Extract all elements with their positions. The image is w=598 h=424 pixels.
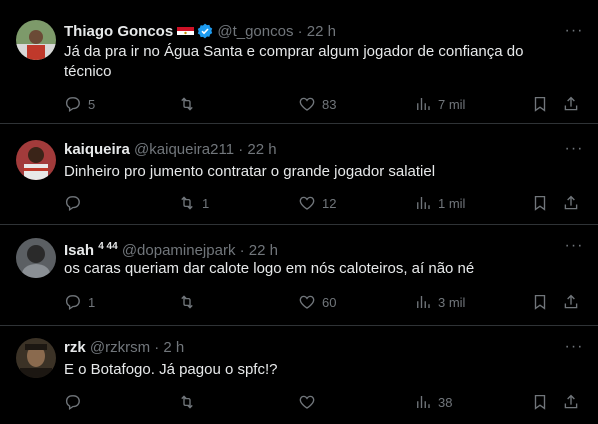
timestamp[interactable]: 22 h bbox=[247, 141, 276, 158]
author-name[interactable]: Isah bbox=[64, 242, 94, 259]
tweet-text: Dinheiro pro jumento contratar o grande … bbox=[64, 163, 436, 180]
views-button[interactable]: 38 bbox=[414, 392, 452, 412]
author-handle[interactable]: @rzkrsm bbox=[90, 339, 150, 356]
views-count: 38 bbox=[438, 394, 453, 410]
retweet-button[interactable] bbox=[178, 292, 202, 312]
like-count: 12 bbox=[322, 195, 337, 211]
bookmark-icon bbox=[534, 394, 546, 410]
heart-icon bbox=[299, 395, 315, 409]
author-name[interactable]: Thiago Goncos bbox=[64, 23, 173, 40]
like-button[interactable] bbox=[298, 392, 322, 412]
timestamp[interactable]: 22 h bbox=[307, 23, 336, 40]
bookmark-button[interactable] bbox=[531, 392, 549, 412]
author-name[interactable]: kaiqueira bbox=[64, 141, 130, 158]
author-handle[interactable]: @dopaminejpark bbox=[122, 242, 236, 259]
share-icon bbox=[564, 195, 578, 210]
reply-button[interactable]: 1 bbox=[64, 292, 95, 312]
tweet-text: Já da pra ir no Água Santa e comprar alg… bbox=[64, 43, 524, 80]
separator: · bbox=[239, 242, 245, 259]
bookmark-icon bbox=[534, 96, 546, 112]
separator: · bbox=[297, 23, 303, 40]
reply-icon bbox=[65, 295, 80, 310]
verified-badge-icon bbox=[197, 23, 213, 39]
share-icon bbox=[564, 96, 578, 111]
retweet-icon bbox=[181, 295, 193, 309]
tweet-actions: 5 83 7 mil bbox=[58, 94, 586, 114]
tweet[interactable]: Thiago Goncos @t_goncos · 22 h ··· Já da… bbox=[0, 0, 598, 124]
reply-icon bbox=[65, 395, 80, 410]
like-button[interactable]: 83 bbox=[298, 94, 336, 114]
avatar[interactable] bbox=[16, 338, 56, 378]
retweet-button[interactable] bbox=[178, 392, 202, 412]
views-icon bbox=[417, 395, 430, 409]
like-button[interactable]: 12 bbox=[298, 193, 336, 213]
more-options-icon[interactable]: ··· bbox=[564, 238, 584, 259]
tweet[interactable]: rzk @rzkrsm · 2 h ··· E o Botafogo. Já p… bbox=[0, 326, 598, 424]
author-name[interactable]: rzk bbox=[64, 339, 86, 356]
views-button[interactable]: 3 mil bbox=[414, 292, 465, 312]
heart-icon bbox=[299, 295, 315, 309]
bookmark-icon bbox=[534, 294, 546, 310]
reply-button[interactable] bbox=[64, 193, 88, 213]
tweet-actions: 38 bbox=[58, 392, 586, 412]
timestamp[interactable]: 2 h bbox=[163, 339, 184, 356]
views-count: 7 mil bbox=[438, 96, 466, 112]
share-button[interactable] bbox=[562, 392, 580, 412]
share-button[interactable] bbox=[562, 193, 580, 213]
views-icon bbox=[417, 97, 430, 111]
share-icon bbox=[564, 394, 578, 409]
author-handle[interactable]: @t_goncos bbox=[217, 23, 293, 40]
reply-icon bbox=[65, 196, 80, 211]
retweet-icon bbox=[181, 196, 193, 210]
tweet[interactable]: kaiqueira @kaiqueira211 · 22 h ··· Dinhe… bbox=[0, 124, 598, 225]
retweet-count: 1 bbox=[202, 195, 210, 211]
heart-icon bbox=[299, 97, 315, 111]
avatar[interactable] bbox=[16, 140, 56, 180]
views-button[interactable]: 1 mil bbox=[414, 193, 465, 213]
more-options-icon[interactable]: ··· bbox=[564, 141, 584, 162]
tweet-text: os caras queriam dar calote logo em nós … bbox=[64, 260, 475, 277]
bookmark-button[interactable] bbox=[531, 193, 549, 213]
timestamp[interactable]: 22 h bbox=[249, 242, 278, 259]
tweet[interactable]: Isah 4 44 @dopaminejpark · 22 h ··· os c… bbox=[0, 225, 598, 326]
bookmark-button[interactable] bbox=[531, 292, 549, 312]
separator: · bbox=[154, 339, 160, 356]
reply-icon bbox=[65, 97, 80, 112]
separator: · bbox=[238, 141, 244, 158]
views-count: 1 mil bbox=[438, 195, 466, 211]
author-name-superscript: 4 44 bbox=[98, 241, 118, 252]
share-icon bbox=[564, 294, 578, 309]
share-button[interactable] bbox=[562, 292, 580, 312]
reply-button[interactable]: 5 bbox=[64, 94, 95, 114]
tweet-actions: 1 60 3 mil bbox=[58, 292, 586, 312]
views-icon bbox=[417, 295, 430, 309]
egypt-flag-icon bbox=[177, 25, 195, 37]
retweet-button[interactable]: 1 bbox=[178, 193, 209, 213]
views-button[interactable]: 7 mil bbox=[414, 94, 465, 114]
avatar[interactable] bbox=[16, 238, 56, 278]
views-count: 3 mil bbox=[438, 294, 466, 310]
more-options-icon[interactable]: ··· bbox=[564, 23, 584, 44]
retweet-icon bbox=[181, 395, 193, 409]
like-count: 60 bbox=[322, 294, 337, 310]
heart-icon bbox=[299, 196, 315, 210]
more-options-icon[interactable]: ··· bbox=[564, 339, 584, 360]
retweet-icon bbox=[181, 97, 193, 111]
share-button[interactable] bbox=[562, 94, 580, 114]
bookmark-button[interactable] bbox=[531, 94, 549, 114]
tweet-actions: 1 12 1 mil bbox=[58, 193, 586, 213]
tweet-text: E o Botafogo. Já pagou o spfc!? bbox=[64, 361, 278, 378]
reply-count: 5 bbox=[88, 96, 96, 112]
retweet-button[interactable] bbox=[178, 94, 202, 114]
reply-count: 1 bbox=[88, 294, 96, 310]
like-count: 83 bbox=[322, 96, 337, 112]
views-icon bbox=[417, 196, 430, 210]
like-button[interactable]: 60 bbox=[298, 292, 336, 312]
bookmark-icon bbox=[534, 195, 546, 211]
reply-button[interactable] bbox=[64, 392, 88, 412]
author-handle[interactable]: @kaiqueira211 bbox=[134, 141, 234, 158]
avatar[interactable] bbox=[16, 20, 56, 60]
